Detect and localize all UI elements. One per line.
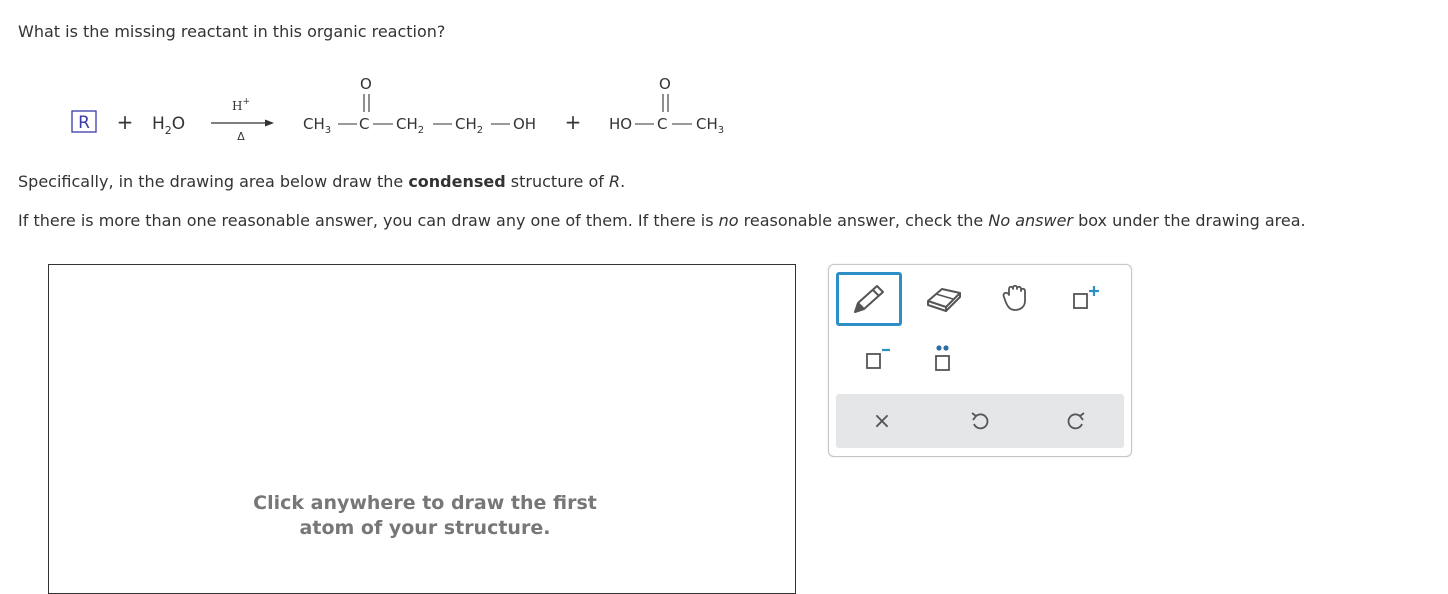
clear-button[interactable]: × [852, 394, 912, 448]
drawing-area[interactable]: Click anywhere to draw the first atom of… [48, 264, 796, 594]
product1-ch2a: CH2 [396, 115, 424, 136]
product1-carbonyl-o: O [360, 75, 372, 93]
product2-carbonyl-o: O [659, 75, 671, 93]
redo-icon [1067, 412, 1085, 430]
redo-button[interactable] [1046, 394, 1106, 448]
add-negative-charge-icon [866, 348, 890, 369]
question-prompt: What is the missing reactant in this org… [18, 22, 446, 41]
hand-icon [1002, 284, 1026, 311]
eraser-tool-button[interactable] [913, 273, 975, 323]
instruction-multiple-answers: If there is more than one reasonable ans… [18, 211, 1306, 230]
lone-pair-tool-button[interactable] [911, 333, 973, 383]
negative-charge-tool-button[interactable] [845, 333, 907, 383]
product2-ch3: CH3 [696, 115, 724, 136]
drawing-toolbar: × [828, 264, 1132, 457]
catalyst-h: H+ [232, 97, 250, 113]
reaction-arrow-head [265, 119, 274, 127]
pencil-tool-button[interactable] [836, 272, 902, 326]
add-positive-charge-icon [1073, 286, 1099, 309]
instruction-specific: Specifically, in the drawing area below … [18, 172, 626, 191]
reaction-scheme: R + H2O H+ Δ CH3 C O CH2 CH2 OH + HO C O… [71, 75, 724, 143]
plus-sign-1: + [117, 110, 134, 134]
eraser-icon [927, 288, 961, 312]
water-formula: H2O [152, 114, 185, 137]
drawing-area-hint: Click anywhere to draw the first atom of… [253, 492, 597, 539]
reactant-r: R [78, 113, 90, 133]
product2-carbonyl-c: C [657, 115, 667, 133]
positive-charge-tool-button[interactable] [1055, 273, 1117, 323]
plus-sign-2: + [565, 110, 582, 134]
product1-ch2b: CH2 [455, 115, 483, 136]
add-lone-pair-icon [935, 345, 950, 371]
product1-ch3: CH3 [303, 115, 331, 136]
close-icon: × [872, 408, 892, 434]
pencil-icon [854, 285, 884, 313]
product1-oh: OH [513, 115, 536, 133]
product1-carbonyl-c: C [359, 115, 369, 133]
action-bar: × [836, 394, 1124, 448]
undo-icon [971, 412, 989, 430]
heat-symbol: Δ [237, 130, 245, 143]
hand-tool-button[interactable] [985, 273, 1047, 323]
product2-ho: HO [609, 115, 632, 133]
undo-button[interactable] [950, 394, 1010, 448]
